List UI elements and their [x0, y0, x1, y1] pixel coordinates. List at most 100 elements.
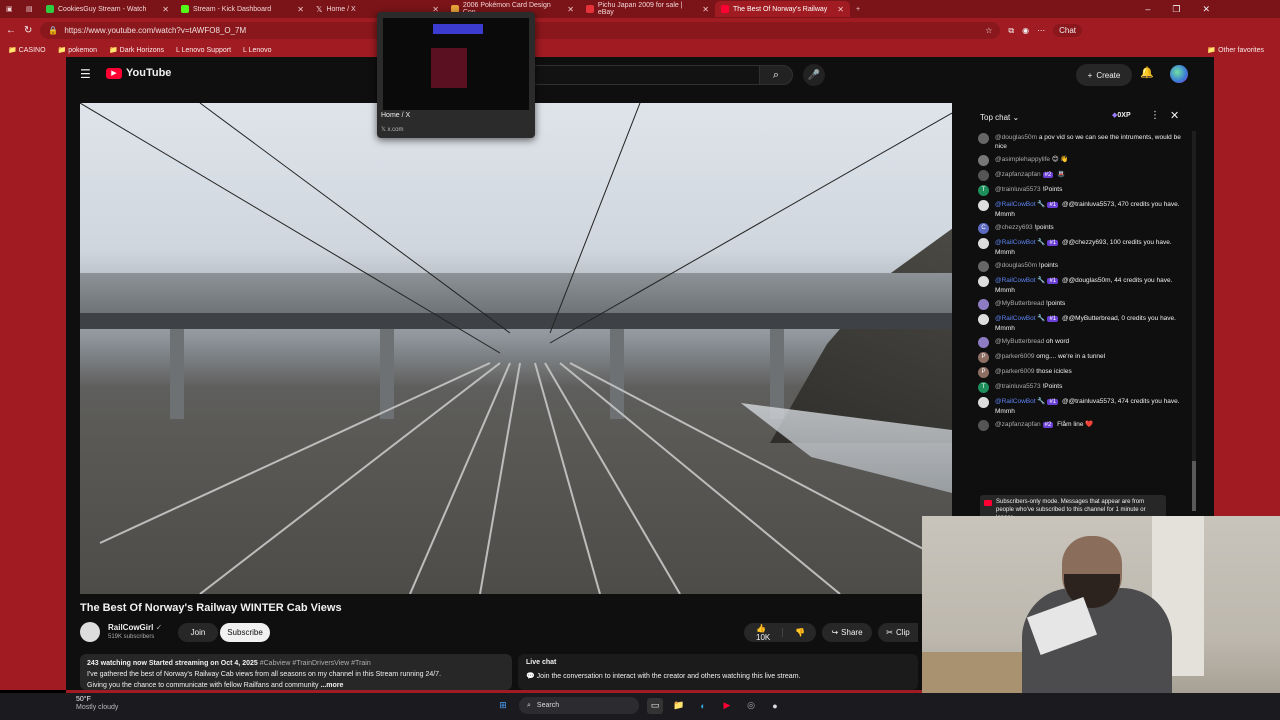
chat-author-avatar[interactable]: P	[978, 367, 989, 378]
profile-icon[interactable]: ◉	[1022, 26, 1029, 35]
taskbar-search[interactable]: ⌕ Search	[519, 697, 639, 714]
chat-author-name[interactable]: @MyButterbread	[995, 338, 1044, 345]
steam-icon[interactable]: ◎	[743, 698, 759, 714]
chat-message: @RailCowBot 🔧 #1 @@MyButterbread, 0 credi…	[966, 312, 1191, 335]
tab-0[interactable]: CookiesGuy Stream - Watch ✕	[40, 1, 175, 17]
back-icon[interactable]: ←	[6, 25, 16, 36]
youtube-logo[interactable]: ▶ YouTube	[106, 67, 171, 79]
chat-author-name[interactable]: @RailCowBot 🔧	[995, 315, 1045, 322]
star-icon[interactable]: ☆	[985, 26, 992, 35]
chat-author-avatar[interactable]	[978, 133, 989, 144]
more-icon[interactable]: ⋯	[1037, 26, 1045, 35]
notifications-icon[interactable]: 🔔	[1140, 66, 1154, 79]
chat-author-name[interactable]: @trainluva5573	[995, 186, 1041, 193]
chat-points[interactable]: ◆0XP	[1112, 111, 1131, 119]
subscribe-button[interactable]: Subscribe	[220, 623, 270, 642]
chat-author-name[interactable]: @MyButterbread	[995, 300, 1044, 307]
extensions-icon[interactable]: ⧉	[1008, 26, 1014, 36]
like-button[interactable]: 👍 10K	[744, 624, 782, 642]
chat-author-name[interactable]: @zapfanzapfan	[995, 171, 1041, 178]
chat-author-avatar[interactable]: C	[978, 223, 989, 234]
youtube-app-icon[interactable]: ▶	[719, 698, 735, 714]
task-view-icon[interactable]: ▭	[647, 697, 663, 714]
minimize-icon[interactable]: –	[1145, 4, 1150, 15]
tab-1[interactable]: Stream - Kick Dashboard ✕	[175, 1, 310, 17]
chat-author-avatar[interactable]	[978, 397, 989, 408]
chat-scrollbar-thumb[interactable]	[1192, 461, 1196, 511]
chat-author-name[interactable]: @asimplehappylife	[995, 156, 1050, 163]
refresh-icon[interactable]: ↻	[24, 25, 32, 36]
chat-author-avatar[interactable]	[978, 238, 989, 249]
chat-author-avatar[interactable]	[978, 314, 989, 325]
chat-author-name[interactable]: @douglas50m	[995, 134, 1037, 141]
clip-button[interactable]: ✂ Clip	[878, 623, 918, 642]
chat-author-name[interactable]: @parker6009	[995, 368, 1034, 375]
channel-avatar[interactable]	[80, 622, 100, 642]
chat-author-avatar[interactable]	[978, 261, 989, 272]
chat-author-name[interactable]: @zapfanzapfan	[995, 421, 1041, 428]
channel-name[interactable]: RailCowGirl ✓	[108, 623, 162, 632]
bookmark-dark-horizons[interactable]: 📁 Dark Horizons	[109, 46, 164, 54]
close-window-icon[interactable]: ✕	[1202, 4, 1210, 15]
chat-author-name[interactable]: @RailCowBot 🔧	[995, 201, 1045, 208]
menu-icon[interactable]: ☰	[80, 67, 91, 81]
chat-author-name[interactable]: @RailCowBot 🔧	[995, 239, 1045, 246]
weather-widget[interactable]: 50°F Mostly cloudy	[76, 696, 118, 712]
restore-icon[interactable]: ❐	[1172, 4, 1180, 15]
edge-icon[interactable]: ◐	[695, 698, 711, 714]
close-tab-icon[interactable]: ✕	[297, 5, 304, 14]
chat-author-name[interactable]: @trainluva5573	[995, 383, 1041, 390]
bookmark-pokemon[interactable]: 📁 pokemon	[58, 46, 97, 54]
hashtags[interactable]: #Cabview #TrainDriversView #Train	[260, 660, 371, 667]
chat-message-body: @parker6009 omg.... we're in a tunnel	[995, 352, 1105, 361]
close-tab-icon[interactable]: ✕	[702, 5, 709, 14]
bookmark-lenovo[interactable]: L Lenovo	[243, 47, 272, 54]
chat-author-avatar[interactable]	[978, 337, 989, 348]
create-button[interactable]: + Create	[1076, 64, 1132, 86]
tab-4[interactable]: Pichu Japan 2009 for sale | eBay ✕	[580, 1, 715, 17]
workspaces-icon[interactable]: ▣	[0, 1, 20, 17]
chat-mode-selector[interactable]: Top chat ⌄	[980, 113, 1019, 122]
close-tab-icon[interactable]: ✕	[837, 5, 844, 14]
file-explorer-icon[interactable]: 📁	[671, 698, 687, 714]
other-favorites[interactable]: 📁 Other favorites	[1207, 46, 1272, 54]
close-icon[interactable]: ✕	[1170, 109, 1179, 122]
close-tab-icon[interactable]: ✕	[162, 5, 169, 14]
obs-icon[interactable]: ●	[767, 698, 783, 714]
video-player[interactable]	[80, 103, 952, 594]
copilot-chat-button[interactable]: Chat	[1053, 24, 1082, 37]
chat-author-name[interactable]: @douglas50m	[995, 262, 1037, 269]
chat-author-name[interactable]: @RailCowBot 🔧	[995, 398, 1045, 405]
join-button[interactable]: Join	[178, 623, 218, 642]
start-icon[interactable]: ⊞	[495, 698, 511, 714]
bookmark-casino[interactable]: 📁 CASINO	[8, 46, 46, 54]
chat-author-avatar[interactable]: P	[978, 352, 989, 363]
avatar[interactable]	[1170, 65, 1188, 83]
chat-author-avatar[interactable]	[978, 276, 989, 287]
description-box[interactable]: 243 watching now Started streaming on Oc…	[80, 654, 512, 690]
chat-author-avatar[interactable]	[978, 299, 989, 310]
close-tab-icon[interactable]: ✕	[567, 5, 574, 14]
chat-author-avatar[interactable]	[978, 200, 989, 211]
bookmark-lenovo-support[interactable]: L Lenovo Support	[176, 47, 231, 54]
search-button[interactable]: ⌕	[759, 65, 793, 85]
search-input[interactable]	[531, 65, 759, 85]
new-tab-button[interactable]: +	[850, 1, 870, 17]
chat-author-name[interactable]: @RailCowBot 🔧	[995, 277, 1045, 284]
chat-author-name[interactable]: @chezzy693	[995, 224, 1033, 231]
tab-5[interactable]: The Best Of Norway's Railway ✕	[715, 1, 850, 17]
tab-actions-icon[interactable]: ▤	[20, 1, 40, 17]
chat-author-avatar[interactable]: T	[978, 185, 989, 196]
dislike-button[interactable]: 👎	[782, 628, 817, 637]
chat-author-name[interactable]: @parker6009	[995, 353, 1034, 360]
share-button[interactable]: ↪ Share	[822, 623, 872, 642]
chat-author-avatar[interactable]	[978, 170, 989, 181]
chat-author-avatar[interactable]: T	[978, 382, 989, 393]
chat-message-text: 😊 👋	[1051, 156, 1069, 163]
voice-search-button[interactable]: 🎤	[803, 64, 825, 86]
show-more-link[interactable]: ...more	[320, 682, 343, 689]
chat-author-avatar[interactable]	[978, 155, 989, 166]
chat-author-avatar[interactable]	[978, 420, 989, 431]
chat-scrollbar[interactable]	[1192, 131, 1196, 511]
more-options-icon[interactable]: ⋮	[1150, 110, 1160, 121]
